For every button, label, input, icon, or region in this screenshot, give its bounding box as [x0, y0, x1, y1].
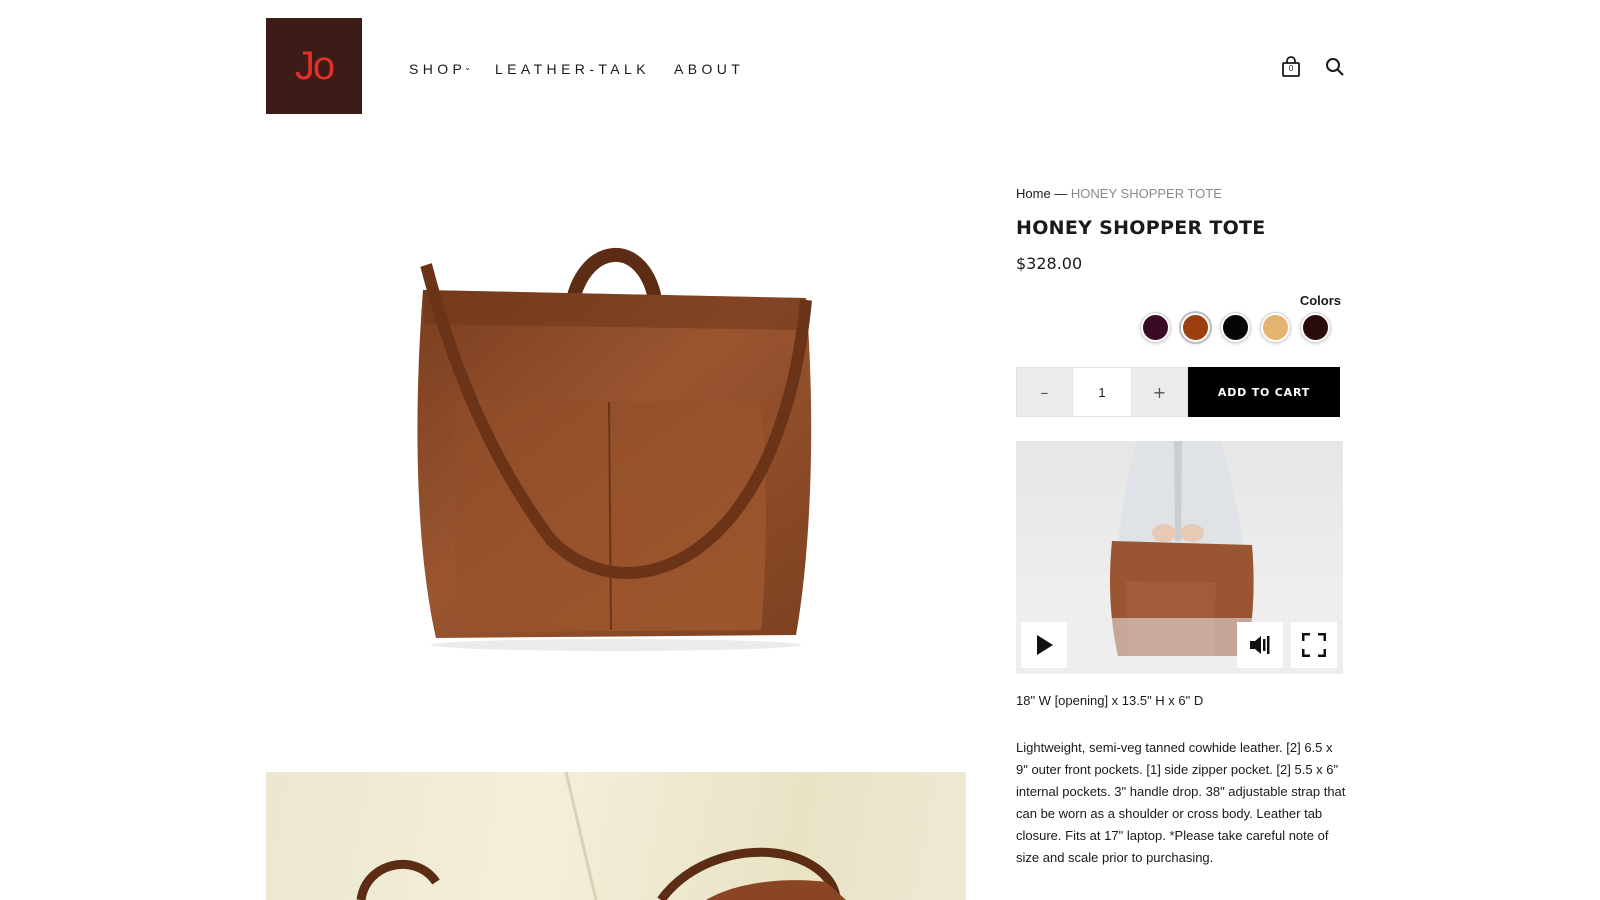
quantity-decrease-button[interactable]: – — [1016, 367, 1073, 417]
video-fullscreen-button[interactable] — [1291, 622, 1337, 668]
nav-item-label: SHOP — [409, 61, 467, 77]
product-main-image[interactable] — [266, 200, 966, 680]
color-swatch-black[interactable] — [1221, 313, 1250, 342]
main-nav: SHOP ⌄ LEATHER-TALK ABOUT — [409, 61, 768, 77]
video-volume-button[interactable] — [1237, 622, 1283, 668]
product-description: Lightweight, semi-veg tanned cowhide lea… — [1016, 740, 1346, 865]
nav-item-leather-talk[interactable]: LEATHER-TALK — [495, 61, 650, 77]
tote-bag-lifestyle-image — [356, 772, 846, 900]
quantity-increase-button[interactable]: + — [1131, 367, 1188, 417]
colors-label: Colors — [1299, 293, 1341, 308]
play-icon — [1037, 635, 1053, 655]
tote-bag-image — [417, 247, 812, 651]
video-play-button[interactable] — [1021, 622, 1067, 668]
volume-icon — [1250, 636, 1270, 654]
breadcrumb-current: HONEY SHOPPER TOTE — [1070, 186, 1222, 201]
color-swatch-plum[interactable] — [1141, 313, 1170, 342]
cart-count-badge: 0 — [1288, 64, 1294, 73]
product-price: $328.00 — [1016, 254, 1083, 273]
cart-button[interactable]: 0 — [1280, 56, 1302, 78]
quantity-input[interactable]: 1 — [1073, 367, 1131, 417]
nav-item-about[interactable]: ABOUT — [674, 61, 744, 77]
breadcrumb-separator: — — [1050, 186, 1071, 201]
breadcrumb-home-link[interactable]: Home — [1016, 186, 1051, 201]
add-to-cart-button[interactable]: ADD TO CART — [1188, 367, 1340, 417]
color-swatch-honey[interactable] — [1181, 313, 1210, 342]
search-icon — [1326, 58, 1344, 76]
chevron-down-icon: ⌄ — [464, 63, 471, 72]
header-actions: 0 — [1280, 56, 1346, 78]
product-video[interactable] — [1016, 441, 1343, 674]
color-swatch-black-brown[interactable] — [1301, 313, 1330, 342]
logo-text: Jo — [294, 43, 335, 88]
color-swatch-tan[interactable] — [1261, 313, 1290, 342]
product-title: HONEY SHOPPER TOTE — [1016, 217, 1266, 239]
breadcrumb: Home — HONEY SHOPPER TOTE — [1016, 186, 1222, 201]
fullscreen-icon — [1302, 633, 1326, 657]
product-dimensions: 18" W [opening] x 13.5" H x 6" D — [1016, 693, 1204, 708]
nav-item-label: ABOUT — [673, 61, 745, 77]
color-swatches — [1141, 313, 1330, 342]
nav-item-label: LEATHER-TALK — [494, 61, 650, 77]
quantity-stepper: – 1 + ADD TO CART — [1016, 367, 1340, 417]
search-button[interactable] — [1324, 56, 1346, 78]
product-secondary-image[interactable] — [266, 772, 966, 900]
brand-logo[interactable]: Jo — [266, 18, 362, 114]
nav-item-shop[interactable]: SHOP ⌄ — [409, 61, 471, 77]
